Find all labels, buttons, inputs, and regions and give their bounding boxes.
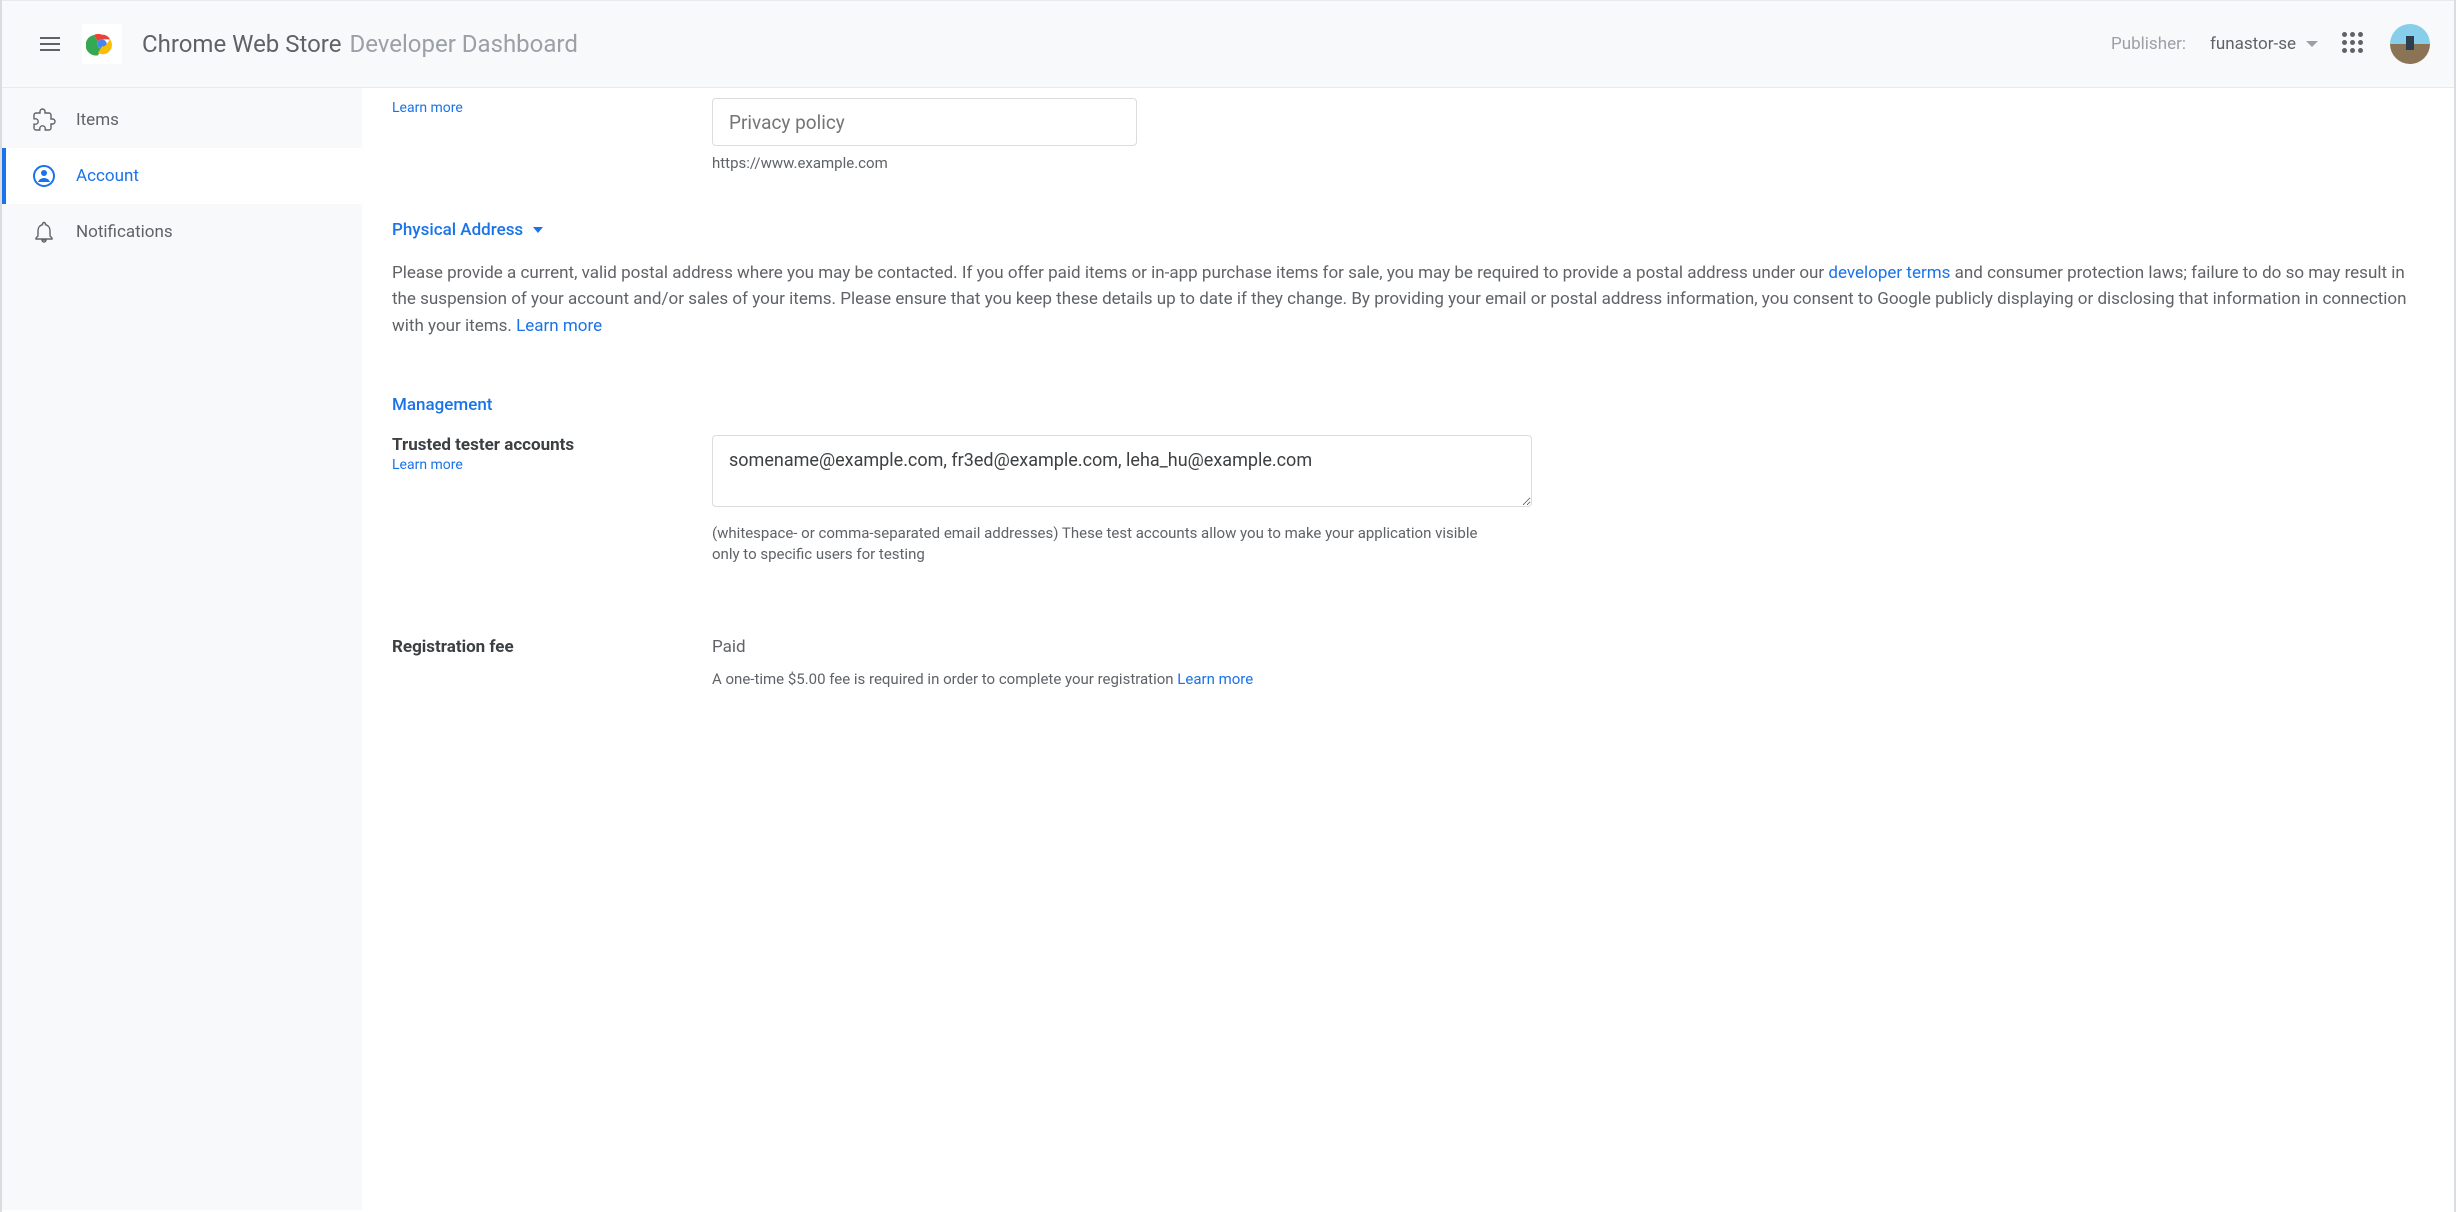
management-header: Management	[392, 395, 2424, 415]
trusted-testers-learn-more-link[interactable]: Learn more	[392, 457, 712, 473]
google-apps-icon[interactable]	[2342, 32, 2366, 56]
sidebar-item-label: Account	[76, 166, 139, 186]
chrome-web-store-logo	[82, 24, 122, 64]
privacy-learn-more-link[interactable]: Learn more	[392, 100, 712, 116]
title-sub: Developer Dashboard	[349, 30, 577, 58]
developer-terms-link[interactable]: developer terms	[1828, 263, 1950, 283]
section-title: Management	[392, 395, 492, 415]
sidebar: Items Account Notifications	[2, 88, 362, 1210]
registration-fee-status: Paid	[712, 637, 2424, 657]
chevron-down-icon	[533, 227, 543, 233]
registration-fee-helper: A one-time $5.00 fee is required in orde…	[712, 669, 1492, 690]
registration-learn-more-link[interactable]: Learn more	[1177, 670, 1253, 688]
hamburger-icon	[40, 37, 60, 51]
title-main: Chrome Web Store	[142, 30, 341, 58]
publisher-value: funastor-se	[2210, 34, 2296, 54]
publisher-dropdown[interactable]: funastor-se	[2210, 34, 2318, 54]
sidebar-item-items[interactable]: Items	[2, 92, 362, 148]
header: Chrome Web Store Developer Dashboard Pub…	[2, 0, 2454, 88]
section-title: Physical Address	[392, 220, 523, 240]
sidebar-item-label: Notifications	[76, 222, 173, 242]
chevron-down-icon	[2306, 41, 2318, 47]
sidebar-item-notifications[interactable]: Notifications	[2, 204, 362, 260]
account-icon	[32, 164, 56, 188]
trusted-testers-label: Trusted tester accounts	[392, 435, 712, 455]
physical-address-learn-more-link[interactable]: Learn more	[516, 316, 602, 336]
page-title: Chrome Web Store Developer Dashboard	[142, 30, 578, 58]
publisher-label: Publisher:	[2111, 34, 2186, 54]
sidebar-item-account[interactable]: Account	[2, 148, 362, 204]
trusted-testers-input[interactable]	[712, 435, 1532, 507]
trusted-testers-helper: (whitespace- or comma-separated email ad…	[712, 523, 1492, 565]
privacy-policy-input[interactable]	[712, 98, 1137, 146]
physical-address-header[interactable]: Physical Address	[392, 220, 2424, 240]
main-content: Learn more https://www.example.com Physi…	[362, 88, 2454, 1210]
menu-button[interactable]	[26, 20, 74, 68]
privacy-helper-text: https://www.example.com	[712, 154, 2424, 172]
sidebar-item-label: Items	[76, 110, 119, 130]
extension-icon	[32, 108, 56, 132]
registration-fee-label: Registration fee	[392, 637, 712, 657]
physical-address-description: Please provide a current, valid postal a…	[392, 260, 2424, 339]
avatar[interactable]	[2390, 24, 2430, 64]
bell-icon	[32, 220, 56, 244]
